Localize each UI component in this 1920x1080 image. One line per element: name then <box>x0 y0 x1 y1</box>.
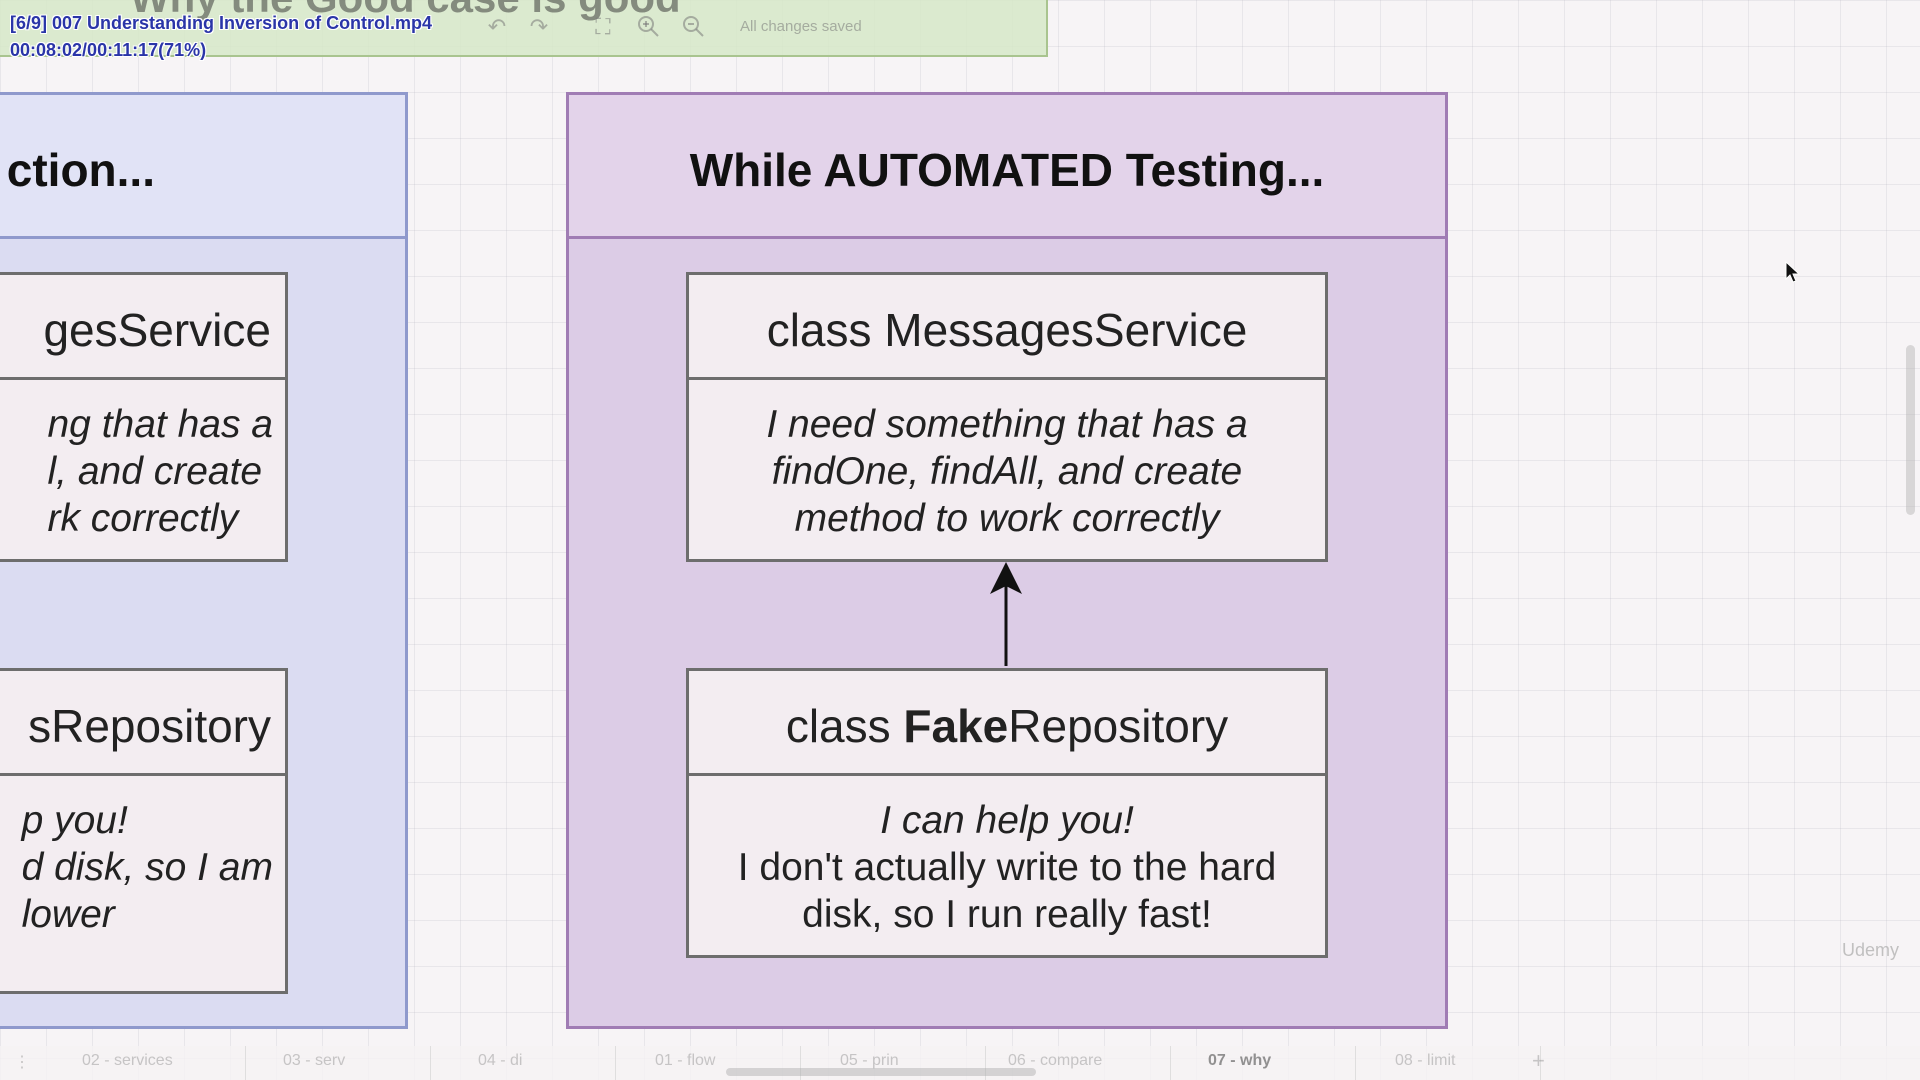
production-panel-title: ction... <box>6 144 155 196</box>
undo-icon[interactable]: ↶ <box>484 14 510 40</box>
automated-testing-title: While AUTOMATED Testing... <box>689 144 1325 196</box>
tab-03-serv[interactable]: 03 - serv <box>283 1052 345 1070</box>
save-status: All changes saved <box>740 18 862 35</box>
zoom-out-icon[interactable] <box>680 14 706 40</box>
fake-repository-name: class FakeRepository <box>785 700 1229 752</box>
zoom-in-icon[interactable] <box>635 14 661 40</box>
video-title: [6/9] 007 Understanding Inversion of Con… <box>10 13 433 33</box>
fake-repository-box: class FakeRepository I can help you! I d… <box>686 668 1328 958</box>
left-repository-box: sRepository p you! d disk, so I am lower <box>0 668 288 994</box>
redo-icon[interactable]: ↷ <box>526 14 552 40</box>
video-time: 00:08:02/00:11:17(71%) <box>10 40 207 60</box>
production-panel-header: ction... <box>0 95 405 239</box>
messages-service-description: I need something that has a findOne, fin… <box>766 403 1248 540</box>
fake-repository-description: I can help you! I don't actually write t… <box>737 799 1277 936</box>
horizontal-scrollbar[interactable] <box>726 1068 1036 1076</box>
automated-testing-header: While AUTOMATED Testing... <box>569 95 1445 239</box>
tabs-menu-icon[interactable]: ⋮ <box>14 1052 30 1072</box>
left-messages-service-box: gesService ng that has a l, and create r… <box>0 272 288 562</box>
tab-04-di[interactable]: 04 - di <box>478 1052 522 1070</box>
messages-service-box: class MessagesService I need something t… <box>686 272 1328 562</box>
tab-07-why[interactable]: 07 - why <box>1208 1052 1271 1070</box>
left-box1-body: ng that has a l, and create rk correctly <box>47 403 273 540</box>
vertical-scrollbar[interactable] <box>1906 345 1915 515</box>
fullscreen-icon[interactable]: ⛶ <box>590 14 616 40</box>
tab-08-limit[interactable]: 08 - limit <box>1395 1052 1455 1070</box>
tab-02-services[interactable]: 02 - services <box>82 1052 173 1070</box>
add-tab-icon[interactable]: + <box>1532 1048 1545 1074</box>
left-box2-body: p you! d disk, so I am lower <box>21 799 273 936</box>
left-box1-name: gesService <box>43 304 271 356</box>
udemy-watermark: Udemy <box>1842 940 1900 960</box>
tab-01-flow[interactable]: 01 - flow <box>655 1052 715 1070</box>
messages-service-name: class MessagesService <box>766 304 1248 356</box>
left-box2-name: sRepository <box>28 700 271 752</box>
mouse-cursor-icon <box>1785 261 1801 283</box>
dependency-arrow <box>990 562 1022 666</box>
